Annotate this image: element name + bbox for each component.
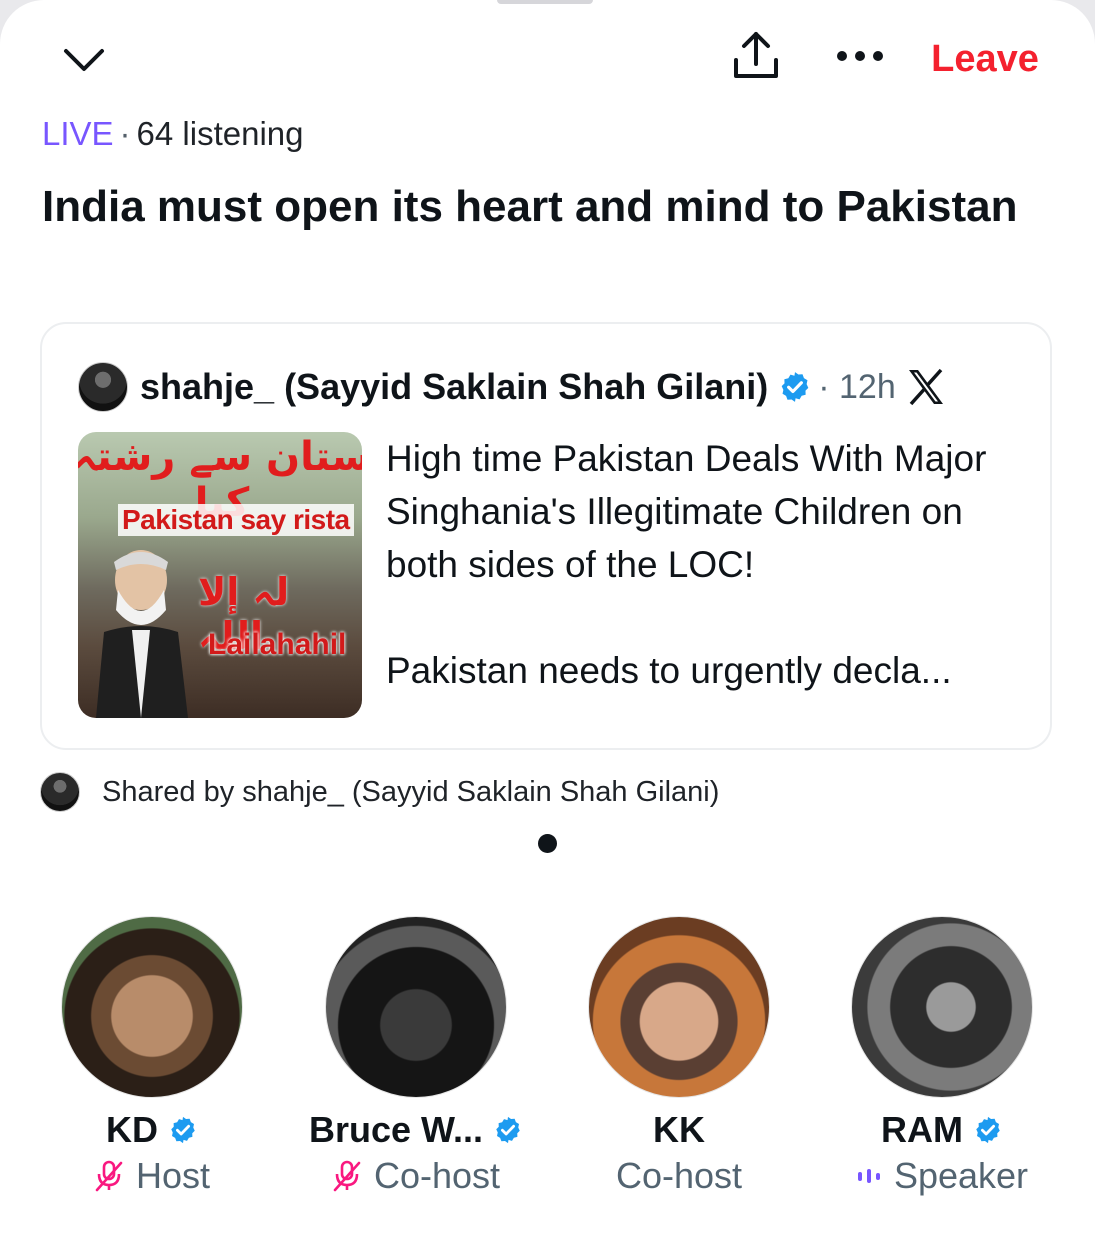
tweet-author: shahje_ (Sayyid Saklain Shah Gilani)	[140, 366, 769, 407]
participant-kk[interactable]: KK Co-host	[549, 916, 809, 1198]
live-label: LIVE	[42, 115, 114, 152]
participant-name-row: RAM	[812, 1106, 1072, 1154]
avatar[interactable]	[588, 916, 770, 1098]
participant-role: Speaker	[893, 1155, 1029, 1196]
participant-role: Host	[135, 1155, 211, 1196]
shared-by-text: Shared by shahje_ (Sayyid Saklain Shah G…	[102, 775, 720, 808]
share-icon[interactable]	[724, 26, 788, 86]
author-avatar	[78, 362, 128, 412]
time-ago: 12h	[839, 367, 896, 406]
verified-badge-icon	[168, 1115, 198, 1145]
more-options-icon[interactable]	[828, 34, 892, 78]
participant-role-row: Co-host	[286, 1154, 546, 1198]
x-logo-icon	[906, 368, 946, 406]
speaking-bars-icon	[856, 1166, 882, 1186]
participant-name-row: Bruce W...	[286, 1106, 546, 1154]
collapse-chevron-icon[interactable]	[56, 36, 112, 84]
verified-badge-icon	[778, 370, 812, 404]
verified-badge-icon	[493, 1115, 523, 1145]
participant-role-row: Speaker	[812, 1154, 1072, 1198]
time-separator: ·	[818, 367, 830, 406]
image-figure	[96, 550, 188, 718]
participant-ram[interactable]: RAM Speaker	[812, 916, 1072, 1198]
shared-by-row[interactable]: Shared by shahje_ (Sayyid Saklain Shah G…	[40, 770, 719, 814]
participant-role: Co-host	[615, 1155, 743, 1196]
tweet-text-paragraph-2: Pakistan needs to urgently decla...	[386, 650, 952, 691]
page-indicator-dot	[538, 834, 557, 853]
participant-name-row: KK	[549, 1106, 809, 1154]
image-latin-bottom: Lailahahil	[208, 628, 347, 661]
tweet-text: High time Pakistan Deals With Major Sing…	[386, 432, 1026, 697]
participant-bruce[interactable]: Bruce W... Co-host	[286, 916, 546, 1198]
sharer-avatar	[40, 772, 80, 812]
pinned-tweet-card[interactable]: shahje_ (Sayyid Saklain Shah Gilani) · 1…	[40, 322, 1052, 750]
tweet-header: shahje_ (Sayyid Saklain Shah Gilani) · 1…	[78, 362, 1014, 412]
space-title: India must open its heart and mind to Pa…	[42, 182, 1018, 231]
participant-name-row: KD	[22, 1106, 282, 1154]
verified-badge-icon	[973, 1115, 1003, 1145]
tweet-image[interactable]: ستان سے رشتہ کیا Pakistan say rista لہ إ…	[78, 432, 362, 718]
participant-name: RAM	[881, 1109, 963, 1150]
avatar[interactable]	[851, 916, 1033, 1098]
status-separator: ·	[119, 115, 131, 152]
tweet-time: · 12h	[818, 368, 896, 407]
mic-muted-icon	[94, 1160, 124, 1192]
participant-role: Co-host	[373, 1155, 501, 1196]
participant-role-row: Co-host	[549, 1154, 809, 1198]
listener-count: 64 listening	[136, 115, 304, 152]
image-caption: Pakistan say rista	[118, 504, 354, 536]
tweet-text-paragraph-1: High time Pakistan Deals With Major Sing…	[386, 438, 987, 585]
mic-muted-icon	[332, 1160, 362, 1192]
sheet-grabber[interactable]	[497, 0, 593, 4]
avatar[interactable]	[61, 916, 243, 1098]
participant-name: Bruce W...	[308, 1109, 484, 1150]
participant-name: KD	[106, 1109, 158, 1150]
space-sheet: Leave LIVE · 64 listening India must open …	[0, 0, 1095, 1240]
avatar[interactable]	[325, 916, 507, 1098]
participant-name: KK	[653, 1109, 705, 1150]
live-status: LIVE · 64 listening	[42, 112, 304, 156]
participant-role-row: Host	[22, 1154, 282, 1198]
participant-kd[interactable]: KD Host	[22, 916, 282, 1198]
leave-button[interactable]: Leave	[918, 36, 1052, 82]
